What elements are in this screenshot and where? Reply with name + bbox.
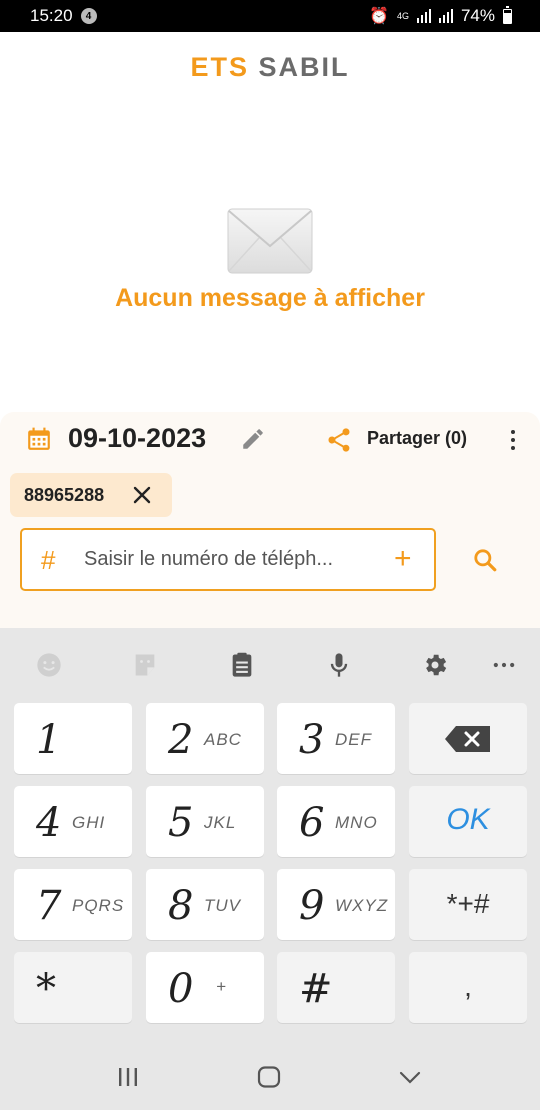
key-digit: 7	[36, 883, 62, 929]
key-digit: #	[299, 966, 333, 1012]
battery-percent: 74%	[460, 6, 495, 25]
add-number-icon[interactable]: +	[394, 544, 412, 574]
more-horiz-icon[interactable]	[490, 651, 518, 679]
signal-icon-2	[438, 9, 453, 23]
share-icon[interactable]	[325, 426, 353, 454]
key-letters: ABC	[204, 730, 242, 749]
key-9[interactable]: 9 WXYZ	[277, 869, 395, 940]
status-time: 15:20	[30, 6, 73, 25]
close-icon[interactable]	[132, 485, 152, 505]
key-digit: 8	[168, 883, 194, 929]
key-digit: 1	[36, 717, 62, 763]
back-chevron-down-icon[interactable]	[398, 1066, 422, 1088]
selected-date[interactable]: 09-10-2023	[68, 423, 206, 454]
key-6[interactable]: 6 MNO	[277, 786, 395, 857]
key-4[interactable]: 4 GHI	[14, 786, 132, 857]
network-type: 4G	[396, 10, 409, 21]
phone-number-chip[interactable]: 88965288	[10, 473, 172, 517]
phone-input-placeholder: Saisir le numéro de téléph...	[84, 548, 334, 570]
key-letters: PQRS	[72, 896, 125, 915]
hash-icon: #	[41, 545, 56, 575]
key-digit: 0	[168, 966, 194, 1012]
backspace-icon	[445, 726, 490, 752]
key-1[interactable]: 1	[14, 703, 132, 774]
calendar-icon[interactable]	[26, 426, 52, 452]
comma-label: ,	[464, 971, 472, 1002]
ok-key[interactable]: OK	[409, 786, 527, 857]
key-digit: 3	[299, 717, 325, 763]
key-digit: *	[36, 966, 56, 1012]
key-hash[interactable]: #	[277, 952, 395, 1023]
symbols-key[interactable]: *+#	[409, 869, 527, 940]
mic-icon[interactable]	[325, 651, 353, 679]
key-letters: MNO	[335, 813, 378, 832]
recent-apps-icon[interactable]	[117, 1066, 139, 1088]
battery-icon	[503, 5, 512, 24]
alarm-icon: ⏰	[369, 8, 389, 25]
empty-state-message: Aucun message à afficher	[115, 284, 425, 312]
key-letters: WXYZ	[335, 896, 389, 915]
key-0[interactable]: 0 +	[146, 952, 264, 1023]
pencil-icon[interactable]	[240, 426, 266, 452]
key-7[interactable]: 7 PQRS	[14, 869, 132, 940]
key-digit: 9	[299, 883, 325, 929]
key-digit: 5	[168, 800, 194, 846]
key-digit: 6	[299, 800, 325, 846]
backspace-key[interactable]	[409, 703, 527, 774]
phone-number-input[interactable]: # Saisir le numéro de téléph... +	[20, 528, 436, 591]
key-5[interactable]: 5 JKL	[146, 786, 264, 857]
key-letters: TUV	[204, 896, 241, 915]
key-letters: JKL	[204, 813, 237, 832]
app-title-part2: SABIL	[258, 52, 350, 82]
key-2[interactable]: 2 ABC	[146, 703, 264, 774]
settings-icon[interactable]	[421, 651, 449, 679]
chip-number: 88965288	[24, 484, 105, 505]
search-icon[interactable]	[472, 547, 498, 573]
app-title: ETS SABIL	[0, 52, 540, 83]
more-vert-icon[interactable]	[505, 427, 521, 453]
envelope-icon	[227, 208, 313, 274]
clipboard-icon[interactable]	[228, 651, 256, 679]
notification-badge-icon: 4	[80, 8, 97, 24]
key-digit: 4	[36, 800, 62, 846]
key-letters: GHI	[72, 813, 106, 832]
key-letters: +	[216, 977, 227, 996]
signal-icon	[416, 9, 431, 23]
key-letters: DEF	[335, 730, 372, 749]
key-3[interactable]: 3 DEF	[277, 703, 395, 774]
ok-label: OK	[446, 803, 490, 836]
home-icon[interactable]	[257, 1066, 281, 1088]
comma-key[interactable]: ,	[409, 952, 527, 1023]
share-button[interactable]: Partager (0)	[367, 428, 467, 449]
key-8[interactable]: 8 TUV	[146, 869, 264, 940]
status-bar: 15:20 4 ⏰ 4G 74%	[0, 0, 540, 32]
symbols-label: *+#	[446, 888, 490, 919]
key-digit: 2	[168, 717, 194, 763]
key-star[interactable]: *	[14, 952, 132, 1023]
app-title-part1: ETS	[190, 52, 249, 82]
sticker-icon[interactable]	[131, 651, 159, 679]
emoji-icon[interactable]	[35, 651, 63, 679]
